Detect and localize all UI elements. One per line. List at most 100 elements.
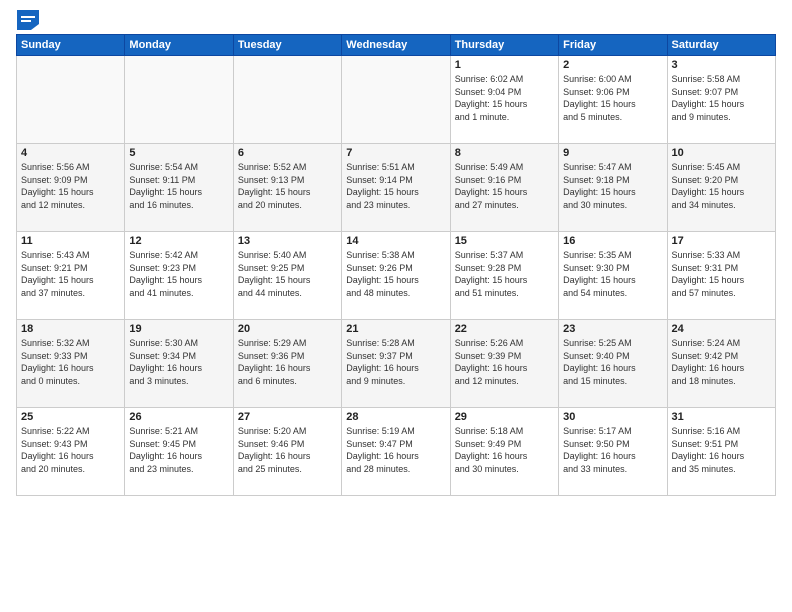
calendar-day-header: Sunday — [17, 35, 125, 56]
calendar-day-header: Friday — [559, 35, 667, 56]
day-info: Sunrise: 5:32 AM Sunset: 9:33 PM Dayligh… — [21, 337, 120, 387]
calendar-cell — [125, 56, 233, 144]
day-number: 15 — [455, 235, 554, 247]
day-info: Sunrise: 5:40 AM Sunset: 9:25 PM Dayligh… — [238, 249, 337, 299]
day-info: Sunrise: 5:19 AM Sunset: 9:47 PM Dayligh… — [346, 425, 445, 475]
calendar-header-row: SundayMondayTuesdayWednesdayThursdayFrid… — [17, 35, 776, 56]
calendar-week-row: 4 Sunrise: 5:56 AM Sunset: 9:09 PM Daylig… — [17, 144, 776, 232]
calendar-cell: 8 Sunrise: 5:49 AM Sunset: 9:16 PM Daylig… — [450, 144, 558, 232]
day-number: 3 — [672, 59, 771, 71]
day-info: Sunrise: 5:26 AM Sunset: 9:39 PM Dayligh… — [455, 337, 554, 387]
header — [16, 12, 776, 26]
day-number: 9 — [563, 147, 662, 159]
day-number: 20 — [238, 323, 337, 335]
day-info: Sunrise: 5:45 AM Sunset: 9:20 PM Dayligh… — [672, 161, 771, 211]
calendar-day-header: Saturday — [667, 35, 775, 56]
calendar-day-header: Tuesday — [233, 35, 341, 56]
day-number: 1 — [455, 59, 554, 71]
day-number: 16 — [563, 235, 662, 247]
day-number: 30 — [563, 411, 662, 423]
calendar-cell: 7Sunrise: 5:51 AM Sunset: 9:14 PM Daylig… — [342, 144, 450, 232]
calendar-cell: 26 Sunrise: 5:21 AM Sunset: 9:45 PM Dayli… — [125, 408, 233, 496]
day-number: 31 — [672, 411, 771, 423]
calendar-cell: 16 Sunrise: 5:35 AM Sunset: 9:30 PM Dayli… — [559, 232, 667, 320]
day-number: 21 — [346, 323, 445, 335]
day-info: Sunrise: 5:37 AM Sunset: 9:28 PM Dayligh… — [455, 249, 554, 299]
calendar-cell: 1 Sunrise: 6:02 AM Sunset: 9:04 PM Daylig… — [450, 56, 558, 144]
logo — [16, 12, 39, 26]
calendar-cell: 9 Sunrise: 5:47 AM Sunset: 9:18 PM Daylig… — [559, 144, 667, 232]
day-info: Sunrise: 5:35 AM Sunset: 9:30 PM Dayligh… — [563, 249, 662, 299]
day-info: Sunrise: 5:56 AM Sunset: 9:09 PM Dayligh… — [21, 161, 120, 211]
calendar-cell: 15 Sunrise: 5:37 AM Sunset: 9:28 PM Dayli… — [450, 232, 558, 320]
calendar-cell: 23Sunrise: 5:25 AM Sunset: 9:40 PM Dayli… — [559, 320, 667, 408]
day-info: Sunrise: 5:16 AM Sunset: 9:51 PM Dayligh… — [672, 425, 771, 475]
calendar-cell: 6Sunrise: 5:52 AM Sunset: 9:13 PM Daylig… — [233, 144, 341, 232]
day-info: Sunrise: 5:54 AM Sunset: 9:11 PM Dayligh… — [129, 161, 228, 211]
calendar-cell: 30 Sunrise: 5:17 AM Sunset: 9:50 PM Dayli… — [559, 408, 667, 496]
day-info: Sunrise: 5:22 AM Sunset: 9:43 PM Dayligh… — [21, 425, 120, 475]
calendar-cell: 21 Sunrise: 5:28 AM Sunset: 9:37 PM Dayli… — [342, 320, 450, 408]
day-number: 11 — [21, 235, 120, 247]
day-number: 25 — [21, 411, 120, 423]
calendar-table: SundayMondayTuesdayWednesdayThursdayFrid… — [16, 34, 776, 496]
calendar-week-row: 25 Sunrise: 5:22 AM Sunset: 9:43 PM Dayli… — [17, 408, 776, 496]
day-number: 5 — [129, 147, 228, 159]
calendar-cell: 4 Sunrise: 5:56 AM Sunset: 9:09 PM Daylig… — [17, 144, 125, 232]
day-info: Sunrise: 5:49 AM Sunset: 9:16 PM Dayligh… — [455, 161, 554, 211]
calendar-cell: 12 Sunrise: 5:42 AM Sunset: 9:23 PM Dayli… — [125, 232, 233, 320]
day-number: 10 — [672, 147, 771, 159]
calendar-week-row: 18Sunrise: 5:32 AM Sunset: 9:33 PM Dayli… — [17, 320, 776, 408]
day-info: Sunrise: 5:58 AM Sunset: 9:07 PM Dayligh… — [672, 73, 771, 123]
calendar-week-row: 1 Sunrise: 6:02 AM Sunset: 9:04 PM Daylig… — [17, 56, 776, 144]
day-info: Sunrise: 5:29 AM Sunset: 9:36 PM Dayligh… — [238, 337, 337, 387]
calendar-cell: 18Sunrise: 5:32 AM Sunset: 9:33 PM Dayli… — [17, 320, 125, 408]
day-number: 22 — [455, 323, 554, 335]
day-info: Sunrise: 5:52 AM Sunset: 9:13 PM Dayligh… — [238, 161, 337, 211]
calendar-cell: 11 Sunrise: 5:43 AM Sunset: 9:21 PM Dayli… — [17, 232, 125, 320]
day-info: Sunrise: 5:20 AM Sunset: 9:46 PM Dayligh… — [238, 425, 337, 475]
day-info: Sunrise: 5:43 AM Sunset: 9:21 PM Dayligh… — [21, 249, 120, 299]
calendar-cell: 31 Sunrise: 5:16 AM Sunset: 9:51 PM Dayli… — [667, 408, 775, 496]
calendar-cell: 10 Sunrise: 5:45 AM Sunset: 9:20 PM Dayli… — [667, 144, 775, 232]
day-info: Sunrise: 5:21 AM Sunset: 9:45 PM Dayligh… — [129, 425, 228, 475]
calendar-day-header: Monday — [125, 35, 233, 56]
day-number: 29 — [455, 411, 554, 423]
day-number: 26 — [129, 411, 228, 423]
calendar-cell: 3 Sunrise: 5:58 AM Sunset: 9:07 PM Daylig… — [667, 56, 775, 144]
day-number: 8 — [455, 147, 554, 159]
day-info: Sunrise: 5:33 AM Sunset: 9:31 PM Dayligh… — [672, 249, 771, 299]
calendar-cell — [17, 56, 125, 144]
day-number: 7 — [346, 147, 445, 159]
logo-icon — [17, 10, 39, 30]
day-info: Sunrise: 5:24 AM Sunset: 9:42 PM Dayligh… — [672, 337, 771, 387]
day-info: Sunrise: 6:02 AM Sunset: 9:04 PM Dayligh… — [455, 73, 554, 123]
calendar-cell: 25 Sunrise: 5:22 AM Sunset: 9:43 PM Dayli… — [17, 408, 125, 496]
calendar-cell: 29 Sunrise: 5:18 AM Sunset: 9:49 PM Dayli… — [450, 408, 558, 496]
calendar-cell — [342, 56, 450, 144]
day-number: 23 — [563, 323, 662, 335]
calendar-cell: 28 Sunrise: 5:19 AM Sunset: 9:47 PM Dayli… — [342, 408, 450, 496]
day-number: 2 — [563, 59, 662, 71]
calendar-day-header: Wednesday — [342, 35, 450, 56]
day-info: Sunrise: 5:38 AM Sunset: 9:26 PM Dayligh… — [346, 249, 445, 299]
calendar-cell: 2Sunrise: 6:00 AM Sunset: 9:06 PM Daylig… — [559, 56, 667, 144]
day-info: Sunrise: 5:30 AM Sunset: 9:34 PM Dayligh… — [129, 337, 228, 387]
day-info: Sunrise: 5:42 AM Sunset: 9:23 PM Dayligh… — [129, 249, 228, 299]
day-number: 19 — [129, 323, 228, 335]
calendar-cell: 24 Sunrise: 5:24 AM Sunset: 9:42 PM Dayli… — [667, 320, 775, 408]
day-number: 28 — [346, 411, 445, 423]
calendar-cell: 22 Sunrise: 5:26 AM Sunset: 9:39 PM Dayli… — [450, 320, 558, 408]
day-number: 4 — [21, 147, 120, 159]
calendar-cell: 17 Sunrise: 5:33 AM Sunset: 9:31 PM Dayli… — [667, 232, 775, 320]
day-number: 12 — [129, 235, 228, 247]
day-info: Sunrise: 5:18 AM Sunset: 9:49 PM Dayligh… — [455, 425, 554, 475]
day-number: 24 — [672, 323, 771, 335]
calendar-cell: 5 Sunrise: 5:54 AM Sunset: 9:11 PM Daylig… — [125, 144, 233, 232]
day-info: Sunrise: 5:47 AM Sunset: 9:18 PM Dayligh… — [563, 161, 662, 211]
calendar-cell: 14Sunrise: 5:38 AM Sunset: 9:26 PM Dayli… — [342, 232, 450, 320]
day-number: 17 — [672, 235, 771, 247]
day-info: Sunrise: 5:17 AM Sunset: 9:50 PM Dayligh… — [563, 425, 662, 475]
day-number: 13 — [238, 235, 337, 247]
day-info: Sunrise: 5:28 AM Sunset: 9:37 PM Dayligh… — [346, 337, 445, 387]
